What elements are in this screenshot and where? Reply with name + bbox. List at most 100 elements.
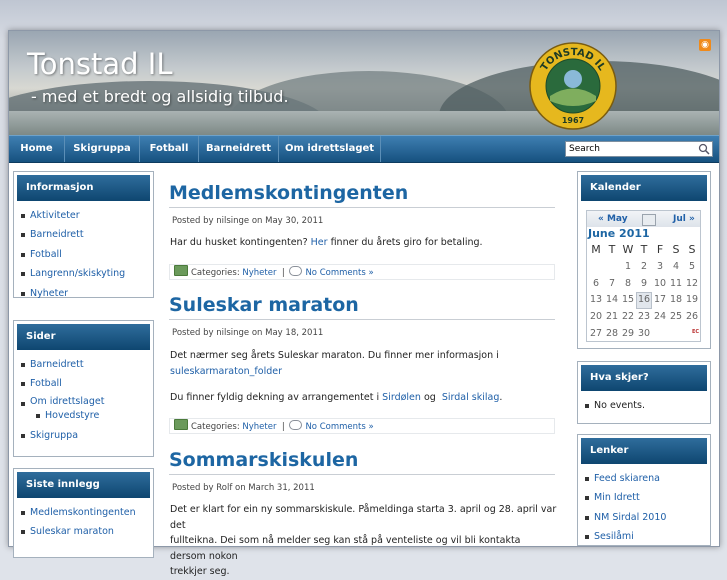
rss-icon[interactable]: ◉ — [699, 39, 711, 51]
list-item[interactable]: NM Sirdal 2010 — [584, 508, 666, 527]
post-text: Det nærmer seg årets Suleskar maraton. D… — [170, 350, 499, 361]
post-link[interactable]: Her — [311, 237, 328, 248]
list-item[interactable]: Min Idrett — [584, 488, 666, 507]
list-item[interactable]: Barneidrett — [20, 355, 104, 374]
calendar-day[interactable]: 25 — [668, 309, 684, 326]
calendar-day[interactable]: 7 — [604, 276, 620, 293]
post-body: Har du husket kontingenten? Her finner d… — [170, 235, 558, 251]
separator: | — [281, 268, 285, 278]
post-text: Du finner fyldig dekning av arrangemente… — [170, 392, 383, 403]
calendar-day[interactable]: 11 — [668, 276, 684, 293]
post-link[interactable]: Sirdølen — [382, 392, 421, 403]
list-item[interactable]: Nyheter — [20, 284, 125, 303]
post-meta: Posted by Rolf on March 31, 2011 — [172, 483, 315, 493]
list-item[interactable]: Aktiviteter — [20, 206, 125, 225]
calendar-day[interactable]: 24 — [652, 309, 668, 326]
calendar-day[interactable]: 20 — [588, 309, 604, 326]
comment-icon — [289, 420, 303, 430]
calendar-weekday: T — [640, 243, 648, 256]
calendar-day[interactable]: 15 — [620, 292, 636, 309]
post-body: Det nærmer seg årets Suleskar maraton. D… — [170, 348, 558, 379]
post-divider — [169, 207, 555, 208]
nav-barneidrett[interactable]: Barneidrett — [199, 136, 279, 162]
search-input[interactable] — [567, 142, 697, 156]
search-icon[interactable] — [698, 143, 710, 155]
nav-home[interactable]: Home — [9, 136, 65, 162]
calendar-day[interactable]: 26 — [684, 309, 700, 326]
calendar-day[interactable]: 13 — [588, 292, 604, 309]
post-title[interactable]: Sommarskiskulen — [169, 449, 358, 471]
calendar-weekday: W — [622, 243, 634, 256]
widget-title: Informasjon — [17, 175, 150, 201]
calendar-day[interactable]: 18 — [668, 292, 684, 309]
calendar-today[interactable]: 16 — [636, 292, 652, 310]
calendar-header: « May Jul » — [587, 211, 700, 227]
calendar-day[interactable]: 30 — [636, 326, 652, 343]
list-item[interactable]: Suleskar maraton — [21, 522, 136, 541]
post-title[interactable]: Medlemskontingenten — [169, 182, 408, 204]
list-subitem[interactable]: Hovedstyre — [30, 409, 104, 426]
calendar-day[interactable]: 3 — [652, 259, 668, 276]
calendar-day[interactable]: 2 — [636, 259, 652, 276]
calendar-day[interactable]: 21 — [604, 309, 620, 326]
post-title[interactable]: Suleskar maraton — [169, 294, 359, 316]
list-item[interactable]: Sesilåmi — [584, 527, 666, 546]
list-item[interactable]: Fotball — [20, 245, 125, 264]
list-item[interactable]: Barneidrett — [20, 225, 125, 244]
widget-title: Kalender — [581, 175, 707, 201]
calendar-day[interactable]: 22 — [620, 309, 636, 326]
calendar-day[interactable]: 29 — [620, 326, 636, 343]
events-list: No events. — [578, 396, 645, 415]
calendar-day[interactable]: 1 — [620, 259, 636, 276]
widget-informasjon: Informasjon Aktiviteter Barneidrett Fotb… — [13, 171, 154, 299]
post-link[interactable]: Sirdal skilag — [442, 392, 500, 403]
calendar-day[interactable]: 17 — [652, 292, 668, 309]
widget-title: Lenker — [581, 438, 707, 464]
list-item[interactable]: Feed skiarena — [584, 469, 666, 488]
calendar-badge: EC — [692, 329, 700, 335]
folder-icon — [174, 265, 188, 276]
calendar-next-link[interactable]: Jul » — [673, 214, 695, 224]
category-list: Aktiviteter Barneidrett Fotball Langrenn… — [14, 206, 125, 303]
nav-om-idrettslaget[interactable]: Om idrettslaget — [279, 136, 381, 162]
calendar-day[interactable]: 19 — [684, 292, 700, 309]
calendar-day[interactable]: 5 — [684, 259, 700, 276]
calendar-day[interactable]: 10 — [652, 276, 668, 293]
list-item[interactable]: Om idrettslaget — [20, 394, 104, 409]
comments-link[interactable]: No Comments » — [305, 422, 373, 432]
calendar-day[interactable]: 9 — [636, 276, 652, 293]
calendar-day[interactable]: 6 — [588, 276, 604, 293]
calendar-subscribe-icon[interactable] — [642, 214, 656, 226]
nav-fotball[interactable]: Fotball — [140, 136, 199, 162]
post-divider — [169, 319, 555, 320]
calendar-day[interactable]: 8 — [620, 276, 636, 293]
post-link[interactable]: suleskarmaraton_folder — [170, 364, 558, 380]
widget-sider: Sider Barneidrett Fotball Om idrettslage… — [13, 320, 154, 457]
site-title[interactable]: Tonstad IL — [27, 47, 173, 81]
list-item[interactable]: Skigruppa — [20, 426, 104, 445]
post-meta: Posted by nilsinge on May 18, 2011 — [172, 328, 324, 338]
category-link[interactable]: Nyheter — [242, 268, 276, 278]
nav-skigruppa[interactable]: Skigruppa — [65, 136, 140, 162]
separator: | — [281, 422, 285, 432]
calendar-weekday: S — [688, 243, 696, 256]
calendar-day[interactable]: 12 — [684, 276, 700, 293]
calendar-day[interactable]: 4 — [668, 259, 684, 276]
calendar-prev-link[interactable]: « May — [598, 214, 628, 224]
categories-label: Categories: — [191, 422, 243, 432]
list-item[interactable]: Medlemskontingenten — [21, 503, 136, 522]
calendar-day[interactable]: 14 — [604, 292, 620, 309]
calendar-day[interactable]: 27 — [588, 326, 604, 343]
list-item[interactable]: Langrenn/skiskyting — [20, 264, 125, 283]
recent-posts-list: Medlemskontingenten Suleskar maraton — [14, 503, 136, 542]
calendar-weekday: F — [656, 243, 664, 256]
search-box — [565, 141, 713, 157]
post-footer: Categories: Nyheter | No Comments » — [169, 418, 555, 434]
category-link[interactable]: Nyheter — [242, 422, 276, 432]
calendar-day[interactable]: 28 — [604, 326, 620, 343]
page: Tonstad IL - med et bredt og allsidig ti… — [8, 30, 720, 577]
list-item[interactable]: Fotball — [20, 374, 104, 393]
calendar-day[interactable]: 23 — [636, 309, 652, 326]
comments-link[interactable]: No Comments » — [305, 268, 373, 278]
comment-icon — [289, 266, 303, 276]
